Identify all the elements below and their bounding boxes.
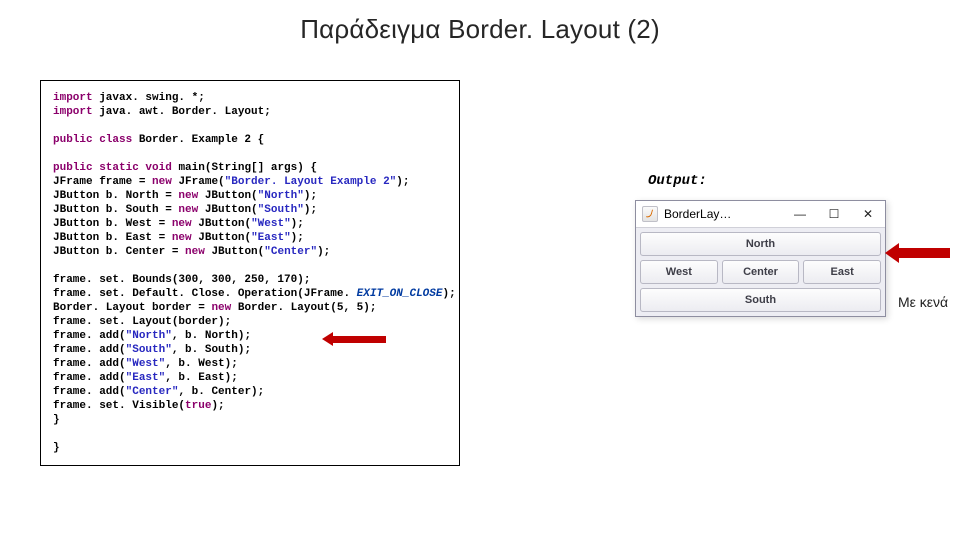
west-button[interactable]: West — [640, 260, 718, 284]
window-title: BorderLay… — [664, 207, 731, 221]
java-icon — [642, 206, 658, 222]
maximize-icon[interactable]: ☐ — [817, 201, 851, 227]
slide-title: Παράδειγμα Border. Layout (2) — [0, 0, 960, 45]
center-button[interactable]: Center — [722, 260, 800, 284]
code-example: import javax. swing. *; import java. awt… — [40, 80, 460, 466]
output-label: Output: — [648, 173, 707, 189]
arrow-annotation-window — [895, 248, 950, 258]
gap-note: Με κενά — [898, 294, 948, 310]
minimize-icon[interactable]: — — [783, 201, 817, 227]
output-window: BorderLay… — ☐ ✕ North West Center East … — [635, 200, 886, 317]
window-title-bar: BorderLay… — ☐ ✕ — [636, 201, 885, 228]
east-button[interactable]: East — [803, 260, 881, 284]
north-button[interactable]: North — [640, 232, 881, 256]
window-body: North West Center East South — [636, 228, 885, 316]
arrow-annotation-code — [330, 336, 386, 343]
close-icon[interactable]: ✕ — [851, 201, 885, 227]
south-button[interactable]: South — [640, 288, 881, 312]
